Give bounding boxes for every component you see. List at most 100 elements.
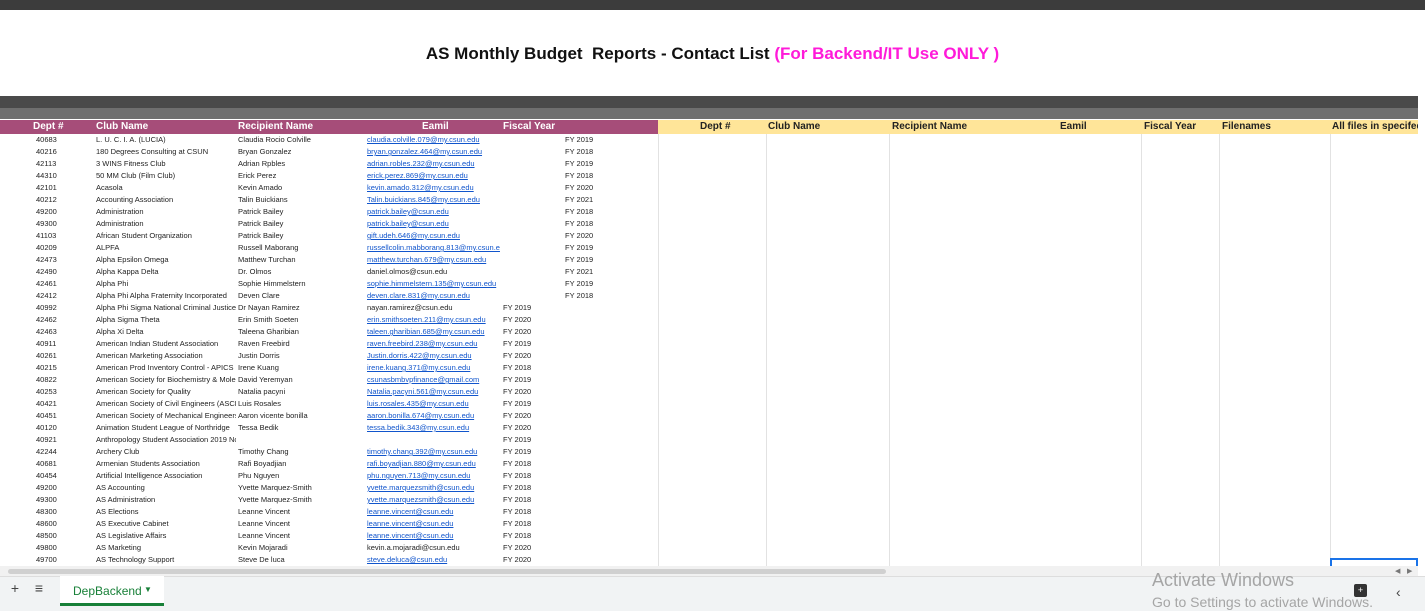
cell-recipient-name[interactable]: Russell Maborang (238, 242, 365, 254)
cell-fiscal-year-alt[interactable]: FY 2019 (565, 158, 625, 170)
cell-club-name[interactable]: Alpha Sigma Theta (96, 314, 236, 326)
cell-fiscal-year-alt[interactable]: FY 2018 (565, 218, 625, 230)
cell-fiscal-year[interactable]: FY 2020 (503, 350, 561, 362)
scroll-right-icon[interactable]: ▶ (1407, 567, 1412, 575)
cell-email[interactable]: Natalia.pacyni.561@my.csun.edu (367, 386, 501, 398)
cell-fiscal-year-alt[interactable] (565, 338, 625, 350)
cell-email[interactable]: deven.clare.831@my.csun.edu (367, 290, 501, 302)
cell-club-name[interactable]: Archery Club (96, 446, 236, 458)
cell-fiscal-year[interactable]: FY 2018 (503, 482, 561, 494)
cell-fiscal-year-alt[interactable] (565, 554, 625, 566)
cell-club-name[interactable]: 180 Degrees Consulting at CSUN (96, 146, 236, 158)
add-sheet-icon[interactable]: + (6, 580, 24, 596)
cell-club-name[interactable]: American Prod Inventory Control - APICS (96, 362, 236, 374)
cell-fiscal-year[interactable] (503, 206, 561, 218)
cell-recipient-name[interactable]: Leanne Vincent (238, 530, 365, 542)
cell-dept[interactable]: 42473 (36, 254, 91, 266)
cell-dept[interactable]: 40992 (36, 302, 91, 314)
cell-fiscal-year-alt[interactable]: FY 2021 (565, 194, 625, 206)
header-email-2[interactable]: Eamil (1060, 120, 1120, 134)
cell-recipient-name[interactable]: Natalia pacyni (238, 386, 365, 398)
cell-dept[interactable]: 40451 (36, 410, 91, 422)
cell-fiscal-year[interactable]: FY 2020 (503, 314, 561, 326)
cell-fiscal-year[interactable]: FY 2020 (503, 422, 561, 434)
cell-club-name[interactable]: American Society for Biochemistry & Mole… (96, 374, 236, 386)
cell-dept[interactable]: 40261 (36, 350, 91, 362)
cell-dept[interactable]: 42462 (36, 314, 91, 326)
cell-dept[interactable]: 42461 (36, 278, 91, 290)
cell-recipient-name[interactable]: Matthew Turchan (238, 254, 365, 266)
cell-fiscal-year-alt[interactable] (565, 398, 625, 410)
cell-fiscal-year[interactable] (503, 290, 561, 302)
header-recipient-name-2[interactable]: Recipient Name (892, 120, 1017, 134)
cell-fiscal-year[interactable]: FY 2018 (503, 458, 561, 470)
cell-recipient-name[interactable]: Patrick Bailey (238, 230, 365, 242)
cell-fiscal-year[interactable]: FY 2018 (503, 518, 561, 530)
cell-club-name[interactable]: 3 WINS Fitness Club (96, 158, 236, 170)
cell-fiscal-year[interactable]: FY 2018 (503, 362, 561, 374)
cell-email[interactable]: Justin.dorris.422@my.csun.edu (367, 350, 501, 362)
cell-recipient-name[interactable]: Leanne Vincent (238, 518, 365, 530)
cell-club-name[interactable]: Administration (96, 218, 236, 230)
cell-fiscal-year[interactable]: FY 2018 (503, 506, 561, 518)
cell-fiscal-year[interactable] (503, 242, 561, 254)
cell-recipient-name[interactable]: Kevin Amado (238, 182, 365, 194)
cell-dept[interactable]: 42113 (36, 158, 91, 170)
cell-club-name[interactable]: ALPFA (96, 242, 236, 254)
cell-club-name[interactable]: Accounting Association (96, 194, 236, 206)
cell-recipient-name[interactable]: Deven Clare (238, 290, 365, 302)
cell-fiscal-year[interactable] (503, 158, 561, 170)
cell-club-name[interactable]: AS Legislative Affairs (96, 530, 236, 542)
cell-recipient-name[interactable]: Yvette Marquez-Smith (238, 482, 365, 494)
cell-fiscal-year[interactable]: FY 2019 (503, 302, 561, 314)
cell-dept[interactable]: 48600 (36, 518, 91, 530)
cell-dept[interactable]: 49300 (36, 494, 91, 506)
cell-email[interactable]: nayan.ramirez@csun.edu (367, 302, 501, 314)
cell-recipient-name[interactable]: Erin Smith Soeten (238, 314, 365, 326)
header-email[interactable]: Eamil (422, 120, 482, 134)
cell-email[interactable]: taleen.gharibian.685@my.csun.edu (367, 326, 501, 338)
cell-email[interactable]: irene.kuang.371@my.csun.edu (367, 362, 501, 374)
cell-email[interactable]: russellcolin.mabborang.813@my.csun.e (367, 242, 501, 254)
cell-dept[interactable]: 49200 (36, 482, 91, 494)
cell-recipient-name[interactable]: David Yeremyan (238, 374, 365, 386)
cell-dept[interactable]: 42244 (36, 446, 91, 458)
cell-recipient-name[interactable]: Leanne Vincent (238, 506, 365, 518)
cell-club-name[interactable]: American Society of Mechanical Engineers (96, 410, 236, 422)
cell-dept[interactable]: 48300 (36, 506, 91, 518)
cell-recipient-name[interactable]: Bryan Gonzalez (238, 146, 365, 158)
cell-dept[interactable]: 42412 (36, 290, 91, 302)
cell-recipient-name[interactable]: Dr Nayan Ramirez (238, 302, 365, 314)
cell-dept[interactable]: 40212 (36, 194, 91, 206)
caret-down-icon[interactable]: ▼ (144, 585, 152, 594)
cell-email[interactable]: kevin.a.mojaradi@csun.edu (367, 542, 501, 554)
cell-recipient-name[interactable]: Aaron vicente bonilla (238, 410, 365, 422)
cell-dept[interactable]: 40921 (36, 434, 91, 446)
cell-email[interactable]: erick.perez.869@my.csun.edu (367, 170, 501, 182)
cell-dept[interactable]: 40681 (36, 458, 91, 470)
cell-club-name[interactable]: Alpha Phi Alpha Fraternity Incorporated (96, 290, 236, 302)
cell-recipient-name[interactable]: Luis Rosales (238, 398, 365, 410)
cell-fiscal-year[interactable] (503, 278, 561, 290)
cell-email[interactable]: bryan.gonzalez.464@my.csun.edu (367, 146, 501, 158)
cell-recipient-name[interactable]: Dr. Olmos (238, 266, 365, 278)
cell-fiscal-year-alt[interactable]: FY 2019 (565, 242, 625, 254)
cell-email[interactable]: yvette.marquezsmith@csun.edu (367, 494, 501, 506)
cell-recipient-name[interactable]: Taleena Gharibian (238, 326, 365, 338)
cell-dept[interactable]: 49200 (36, 206, 91, 218)
cell-fiscal-year-alt[interactable] (565, 458, 625, 470)
cell-dept[interactable]: 40683 (36, 134, 91, 146)
cell-email[interactable]: matthew.turchan.679@my.csun.edu (367, 254, 501, 266)
cell-email[interactable]: csunasbmbvpfinance@gmail.com (367, 374, 501, 386)
cell-email[interactable]: timothy.chang.392@my.csun.edu (367, 446, 501, 458)
cell-dept[interactable]: 48500 (36, 530, 91, 542)
cell-club-name[interactable]: American Society for Quality (96, 386, 236, 398)
cell-club-name[interactable]: Alpha Kappa Delta (96, 266, 236, 278)
cell-fiscal-year[interactable]: FY 2019 (503, 446, 561, 458)
cell-recipient-name[interactable]: Patrick Bailey (238, 218, 365, 230)
cell-dept[interactable]: 40911 (36, 338, 91, 350)
cell-fiscal-year-alt[interactable] (565, 494, 625, 506)
cell-email[interactable] (367, 434, 501, 446)
cell-club-name[interactable]: African Student Organization (96, 230, 236, 242)
cell-dept[interactable]: 49800 (36, 542, 91, 554)
